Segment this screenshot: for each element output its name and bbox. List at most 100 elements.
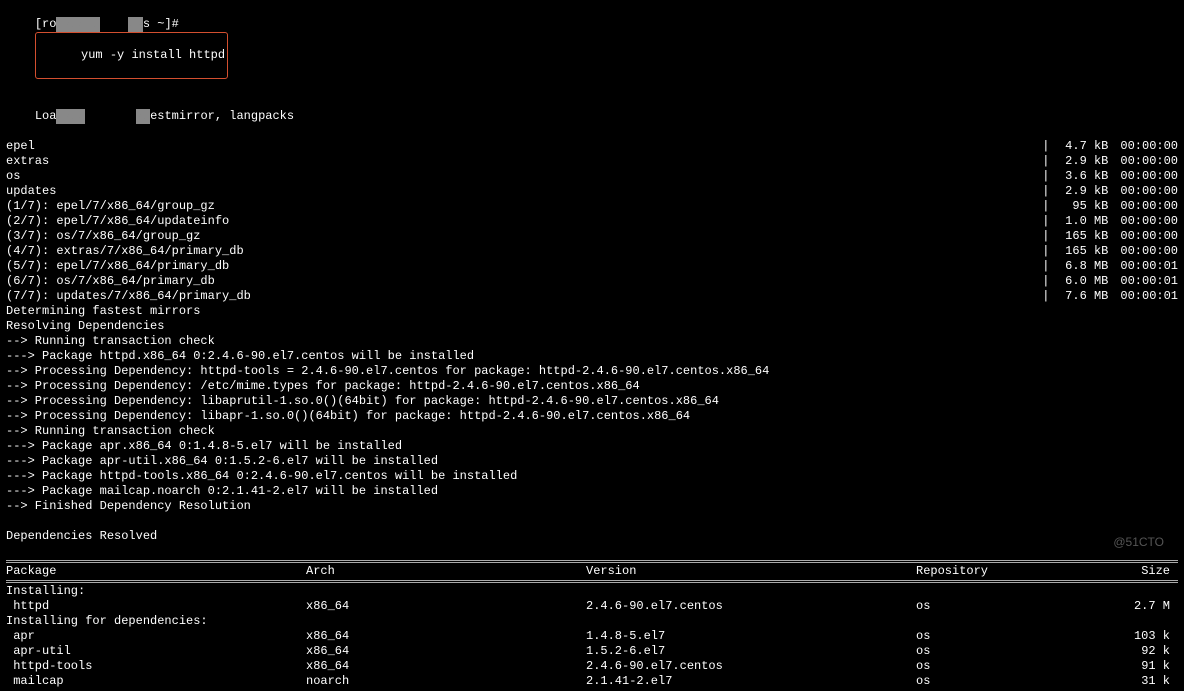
separator: |	[1038, 169, 1053, 184]
cell-version: 1.5.2-6.el7	[586, 644, 916, 659]
separator: |	[1038, 199, 1053, 214]
col-size: Size	[1086, 564, 1178, 579]
col-repository: Repository	[916, 564, 1086, 579]
output-line: --> Processing Dependency: httpd-tools =…	[6, 364, 1178, 379]
separator: |	[1038, 214, 1053, 229]
cell-size: 31 k	[1086, 674, 1178, 689]
download-time: 00:00:00	[1108, 169, 1178, 184]
separator: |	[1038, 259, 1053, 274]
table-rule	[6, 580, 1178, 583]
output-line	[6, 544, 1178, 559]
download-row: extras|2.9 kB00:00:00	[6, 154, 1178, 169]
download-size: 7.6 MB	[1053, 289, 1108, 304]
separator: |	[1038, 274, 1053, 289]
cell-size: 92 k	[1086, 644, 1178, 659]
output-line: ---> Package mailcap.noarch 0:2.1.41-2.e…	[6, 484, 1178, 499]
separator: |	[1038, 139, 1053, 154]
download-name: extras	[6, 154, 49, 169]
package-row: httpd-toolsx86_642.4.6-90.el7.centosos91…	[6, 659, 1178, 674]
cell-arch: x86_64	[306, 644, 586, 659]
package-row: mailcapnoarch2.1.41-2.el7os31 k	[6, 674, 1178, 689]
output-line: ---> Package httpd.x86_64 0:2.4.6-90.el7…	[6, 349, 1178, 364]
download-time: 00:00:01	[1108, 289, 1178, 304]
download-row: (2/7): epel/7/x86_64/updateinfo |1.0 MB00…	[6, 214, 1178, 229]
cell-repository: os	[916, 629, 1086, 644]
output-line: --> Finished Dependency Resolution	[6, 499, 1178, 514]
cell-arch: x86_64	[306, 599, 586, 614]
download-time: 00:00:00	[1108, 199, 1178, 214]
cell-package: httpd-tools	[6, 659, 306, 674]
redacted-block: xxxxxx	[56, 17, 99, 32]
command-text: yum -y install httpd	[81, 48, 225, 62]
download-name: (3/7): os/7/x86_64/group_gz	[6, 229, 200, 244]
cell-version: 1.4.8-5.el7	[586, 629, 916, 644]
redacted-block: xx	[128, 17, 142, 32]
cell-arch: x86_64	[306, 629, 586, 644]
separator: |	[1038, 244, 1053, 259]
download-time: 00:00:00	[1108, 214, 1178, 229]
package-row: aprx86_641.4.8-5.el7os103 k	[6, 629, 1178, 644]
cell-arch: x86_64	[306, 659, 586, 674]
col-arch: Arch	[306, 564, 586, 579]
download-size: 4.7 kB	[1053, 139, 1108, 154]
prompt-suffix: s ~]#	[143, 17, 179, 31]
col-package: Package	[6, 564, 306, 579]
output-line: Determining fastest mirrors	[6, 304, 1178, 319]
download-name: (2/7): epel/7/x86_64/updateinfo	[6, 214, 229, 229]
download-row: updates|2.9 kB00:00:00	[6, 184, 1178, 199]
package-row: apr-utilx86_641.5.2-6.el7os92 k	[6, 644, 1178, 659]
prompt-prefix: [ro	[35, 17, 57, 31]
download-size: 6.0 MB	[1053, 274, 1108, 289]
group-title: Installing for dependencies:	[6, 614, 1178, 629]
output-line: ---> Package apr-util.x86_64 0:1.5.2-6.e…	[6, 454, 1178, 469]
cell-repository: os	[916, 599, 1086, 614]
download-row: (6/7): os/7/x86_64/primary_db|6.0 MB00:0…	[6, 274, 1178, 289]
download-row: epel |4.7 kB00:00:00	[6, 139, 1178, 154]
col-version: Version	[586, 564, 916, 579]
text-fragment: Loa	[35, 109, 57, 123]
download-row: (4/7): extras/7/x86_64/primary_db|165 kB…	[6, 244, 1178, 259]
download-time: 00:00:01	[1108, 274, 1178, 289]
download-size: 6.8 MB	[1053, 259, 1108, 274]
download-size: 95 kB	[1053, 199, 1108, 214]
download-size: 165 kB	[1053, 244, 1108, 259]
cell-version: 2.4.6-90.el7.centos	[586, 599, 916, 614]
download-time: 00:00:00	[1108, 229, 1178, 244]
output-line: --> Running transaction check	[6, 334, 1178, 349]
download-size: 1.0 MB	[1053, 214, 1108, 229]
download-row: (7/7): updates/7/x86_64/primary_db|7.6 M…	[6, 289, 1178, 304]
download-size: 2.9 kB	[1053, 154, 1108, 169]
separator: |	[1038, 229, 1053, 244]
download-name: (7/7): updates/7/x86_64/primary_db	[6, 289, 251, 304]
download-time: 00:00:00	[1108, 184, 1178, 199]
download-row: os|3.6 kB00:00:00	[6, 169, 1178, 184]
separator: |	[1038, 154, 1053, 169]
cell-arch: noarch	[306, 674, 586, 689]
cell-package: apr-util	[6, 644, 306, 659]
download-size: 3.6 kB	[1053, 169, 1108, 184]
download-name: (5/7): epel/7/x86_64/primary_db	[6, 259, 229, 274]
group-title: Installing:	[6, 584, 1178, 599]
package-row: httpdx86_642.4.6-90.el7.centosos2.7 M	[6, 599, 1178, 614]
download-row: (3/7): os/7/x86_64/group_gz|165 kB00:00:…	[6, 229, 1178, 244]
output-line: ---> Package apr.x86_64 0:1.4.8-5.el7 wi…	[6, 439, 1178, 454]
output-line: --> Processing Dependency: libapr-1.so.0…	[6, 409, 1178, 424]
output-line	[6, 514, 1178, 529]
download-time: 00:00:00	[1108, 139, 1178, 154]
table-rule	[6, 560, 1178, 563]
output-line: --> Running transaction check	[6, 424, 1178, 439]
output-line: ---> Package httpd-tools.x86_64 0:2.4.6-…	[6, 469, 1178, 484]
download-name: epel	[6, 139, 35, 154]
cell-repository: os	[916, 644, 1086, 659]
download-size: 2.9 kB	[1053, 184, 1108, 199]
cell-package: httpd	[6, 599, 306, 614]
cell-repository: os	[916, 674, 1086, 689]
text-fragment: estmirror, langpacks	[150, 109, 294, 123]
cell-version: 2.4.6-90.el7.centos	[586, 659, 916, 674]
terminal[interactable]: [roxxxxxx xxs ~]# yum -y install httpd L…	[0, 0, 1184, 691]
download-row: (1/7): epel/7/x86_64/group_gz|95 kB00:00…	[6, 199, 1178, 214]
table-header-row: Package Arch Version Repository Size	[6, 564, 1178, 579]
prompt-line: [roxxxxxx xxs ~]# yum -y install httpd	[6, 2, 1178, 94]
cell-size: 91 k	[1086, 659, 1178, 674]
cell-size: 2.7 M	[1086, 599, 1178, 614]
